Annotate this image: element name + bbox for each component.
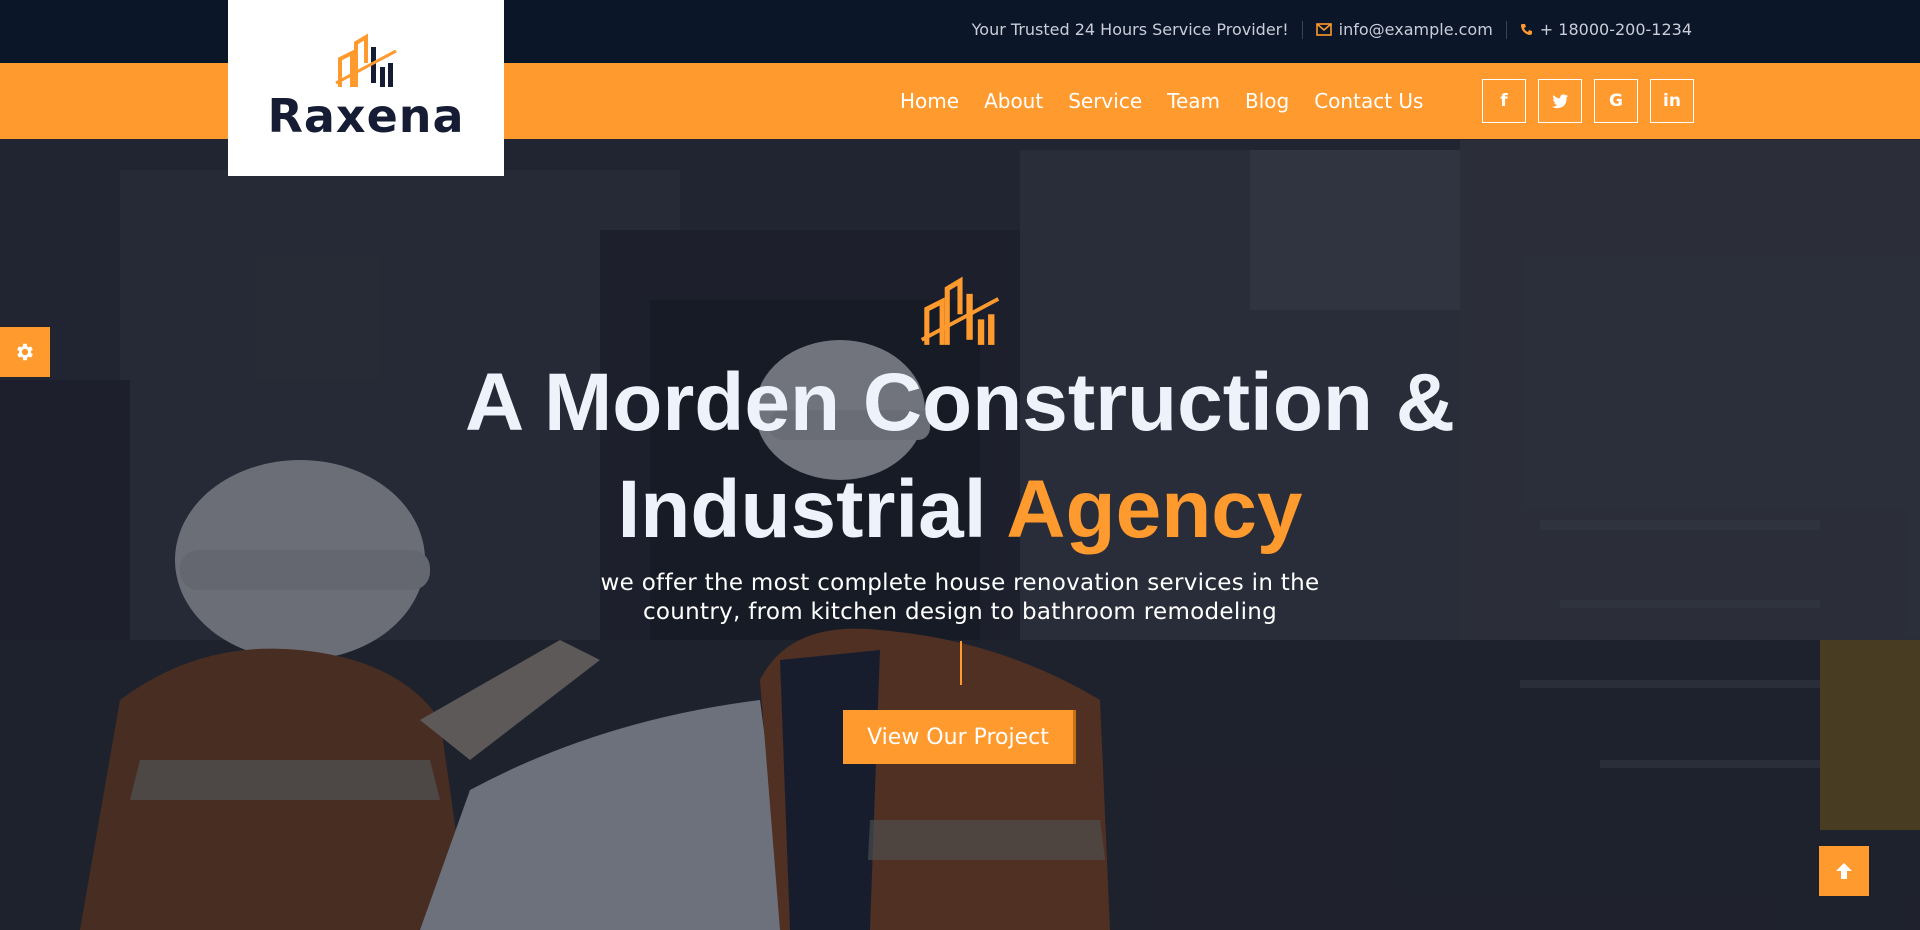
twitter-icon[interactable] xyxy=(1538,79,1582,123)
nav-item-service[interactable]: Service xyxy=(1068,89,1142,113)
logo-text: Raxena xyxy=(267,89,465,143)
hero-headline-accent: Agency xyxy=(1006,464,1303,555)
nav-item-blog[interactable]: Blog xyxy=(1245,89,1289,113)
view-our-project-button[interactable]: View Our Project xyxy=(843,710,1076,764)
phone-icon xyxy=(1520,23,1533,36)
hero-divider xyxy=(960,641,962,685)
building-chart-logo-icon xyxy=(335,33,397,87)
nav-item-contact-us[interactable]: Contact Us xyxy=(1314,89,1423,113)
topbar-divider xyxy=(1301,20,1303,39)
hero-headline-line1: A Morden Construction & xyxy=(464,357,1455,448)
settings-toggle-button[interactable] xyxy=(0,327,50,377)
social-links: f G in xyxy=(1482,79,1706,123)
main-nav: Home About Service Team Blog Contact Us xyxy=(900,63,1448,139)
nav-item-home[interactable]: Home xyxy=(900,89,959,113)
topbar-info: Your Trusted 24 Hours Service Provider! … xyxy=(972,20,1692,39)
hero-headline-prefix: Industrial xyxy=(617,464,1007,555)
nav-item-about[interactable]: About xyxy=(984,89,1043,113)
linkedin-icon[interactable]: in xyxy=(1650,79,1694,123)
arrow-up-icon xyxy=(1836,863,1852,879)
facebook-icon[interactable]: f xyxy=(1482,79,1526,123)
topbar-divider xyxy=(1505,20,1507,39)
email-contact[interactable]: info@example.com xyxy=(1315,20,1493,39)
hero-headline-line2: Industrial Agency xyxy=(0,457,1920,563)
phone-text: + 18000-200-1234 xyxy=(1539,20,1692,39)
phone-contact[interactable]: + 18000-200-1234 xyxy=(1520,20,1692,39)
tagline: Your Trusted 24 Hours Service Provider! xyxy=(971,20,1289,39)
envelope-icon xyxy=(1315,23,1332,36)
scroll-to-top-button[interactable] xyxy=(1819,846,1869,896)
nav-item-team[interactable]: Team xyxy=(1167,89,1220,113)
hero-subtitle-line1: we offer the most complete house renovat… xyxy=(600,570,1320,596)
hero-logo-icon xyxy=(920,276,1000,345)
hero-subtitle: we offer the most complete house renovat… xyxy=(0,569,1920,627)
site-logo[interactable]: Raxena xyxy=(228,0,504,176)
google-icon[interactable]: G xyxy=(1594,79,1638,123)
hero-subtitle-line2: country, from kitchen design to bathroom… xyxy=(642,599,1278,625)
gear-icon xyxy=(17,343,33,361)
email-text: info@example.com xyxy=(1338,20,1493,39)
